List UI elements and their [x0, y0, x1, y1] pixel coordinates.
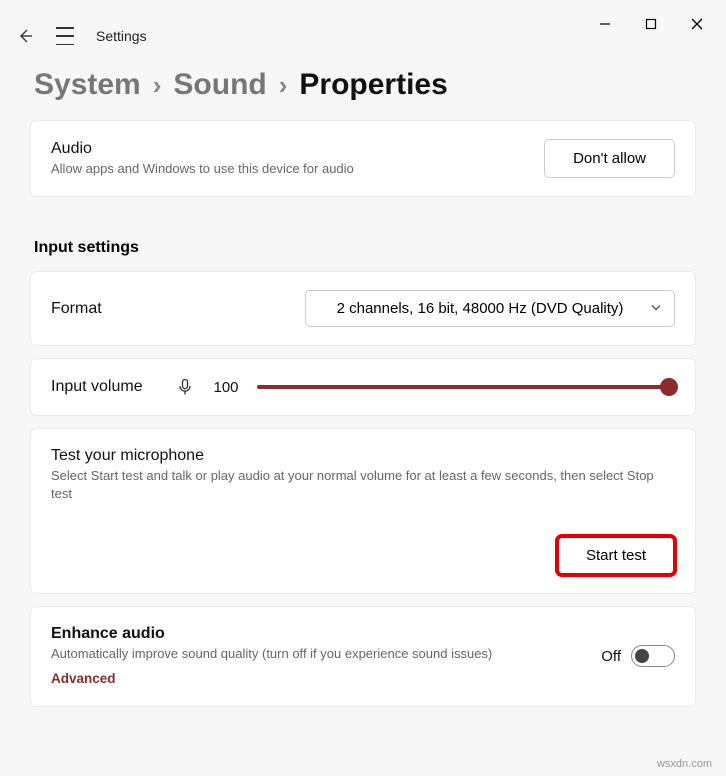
test-microphone-card: Test your microphone Select Start test a… — [30, 428, 696, 594]
enhance-title: Enhance audio — [51, 625, 585, 643]
back-button[interactable] — [16, 27, 34, 45]
chevron-right-icon: › — [279, 70, 288, 101]
volume-label: Input volume — [51, 378, 161, 396]
format-value: 2 channels, 16 bit, 48000 Hz (DVD Qualit… — [337, 300, 624, 317]
maximize-button[interactable] — [628, 8, 674, 40]
enhance-toggle[interactable] — [631, 645, 675, 667]
app-title: Settings — [96, 28, 147, 44]
format-card: Format 2 channels, 16 bit, 48000 Hz (DVD… — [30, 271, 696, 346]
enhance-audio-card: Enhance audio Automatically improve soun… — [30, 606, 696, 707]
audio-card: Audio Allow apps and Windows to use this… — [30, 120, 696, 197]
microphone-icon — [175, 377, 195, 397]
test-subtitle: Select Start test and talk or play audio… — [51, 467, 675, 502]
volume-value: 100 — [209, 379, 243, 396]
volume-slider[interactable] — [257, 385, 675, 389]
toggle-state-label: Off — [601, 648, 621, 665]
minimize-button[interactable] — [582, 8, 628, 40]
input-settings-heading: Input settings — [30, 209, 696, 271]
chevron-down-icon — [650, 300, 662, 317]
advanced-link[interactable]: Advanced — [51, 671, 116, 686]
start-test-button[interactable]: Start test — [557, 536, 675, 575]
format-label: Format — [51, 300, 102, 318]
breadcrumb-properties: Properties — [299, 68, 447, 102]
toggle-knob — [635, 649, 649, 663]
format-select[interactable]: 2 channels, 16 bit, 48000 Hz (DVD Qualit… — [305, 290, 675, 327]
test-title: Test your microphone — [51, 447, 675, 465]
breadcrumb-sound[interactable]: Sound — [173, 68, 266, 102]
watermark: wsxdn.com — [657, 758, 712, 770]
volume-card: Input volume 100 — [30, 358, 696, 416]
enhance-subtitle: Automatically improve sound quality (tur… — [51, 645, 585, 663]
menu-icon[interactable] — [56, 27, 74, 45]
slider-thumb[interactable] — [660, 378, 678, 396]
breadcrumb-system[interactable]: System — [34, 68, 141, 102]
breadcrumb: System › Sound › Properties — [0, 56, 726, 120]
audio-subtitle: Allow apps and Windows to use this devic… — [51, 160, 528, 178]
close-button[interactable] — [674, 8, 720, 40]
chevron-right-icon: › — [153, 70, 162, 101]
dont-allow-button[interactable]: Don't allow — [544, 139, 675, 178]
audio-title: Audio — [51, 140, 528, 158]
